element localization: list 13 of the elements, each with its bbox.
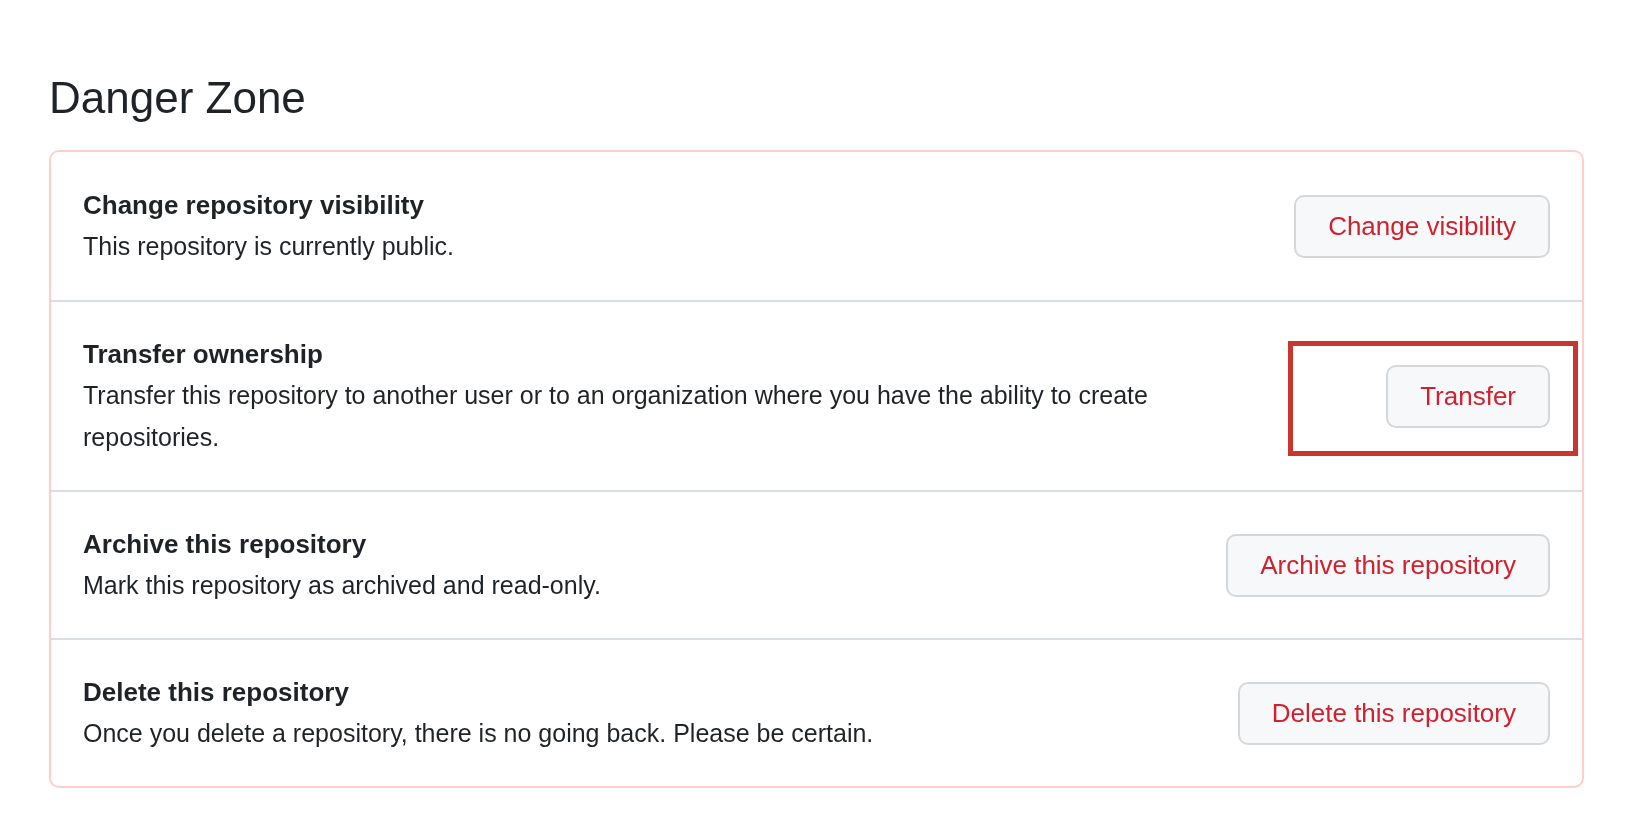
setting-heading: Transfer ownership xyxy=(83,338,324,371)
setting-description: Transfer this repository to another user or to an organization where you have the ability to create repositories. xyxy=(83,380,1149,453)
setting-heading: Delete this repository xyxy=(83,676,350,709)
setting-description: Mark this repository as archived and read-only. xyxy=(83,570,602,601)
danger-button[interactable]: Change visibility xyxy=(1294,194,1550,258)
setting-heading: Change repository visibility xyxy=(83,189,425,222)
setting-description: This repository is currently public. xyxy=(83,231,455,262)
danger-button[interactable]: Transfer xyxy=(1386,364,1550,428)
section-title: Danger Zone xyxy=(49,72,307,124)
danger-button[interactable]: Delete this repository xyxy=(1237,681,1550,745)
setting-heading: Archive this repository xyxy=(83,528,368,561)
danger-button[interactable]: Archive this repository xyxy=(1226,533,1550,597)
setting-description: Once you delete a repository, there is no going back. Please be certain. xyxy=(83,718,875,749)
